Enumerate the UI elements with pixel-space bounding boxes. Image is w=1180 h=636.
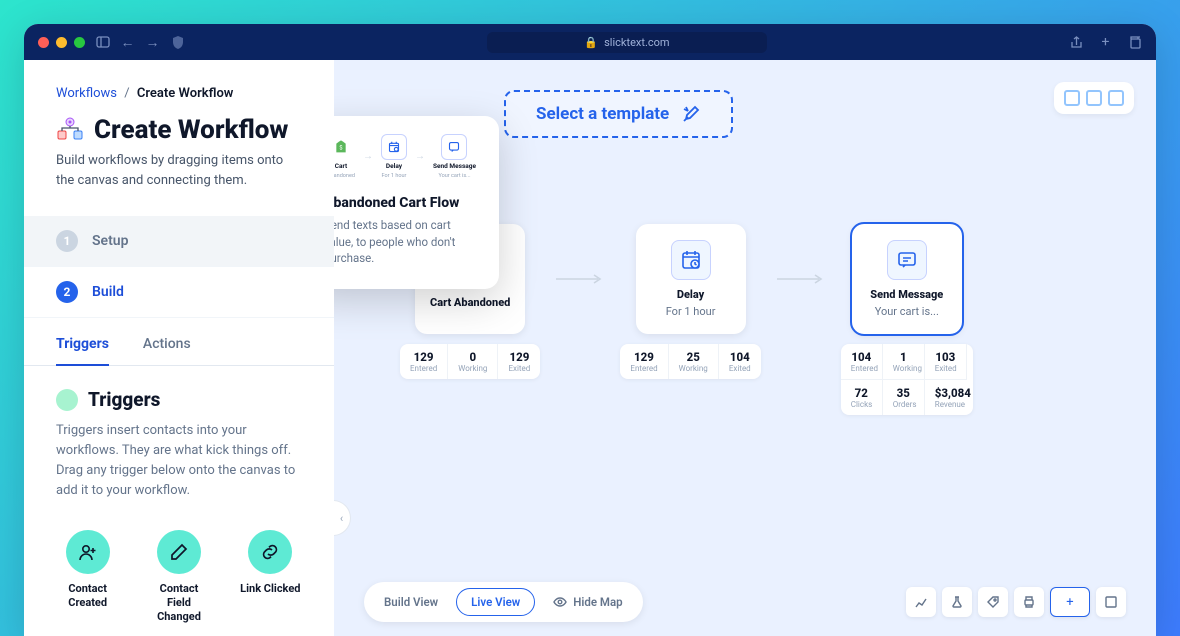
popup-desc: Send texts based on cart value, to peopl…: [334, 217, 479, 267]
view-switcher: Build View Live View Hide Map: [364, 582, 643, 622]
arrow-icon: [777, 224, 825, 334]
node-send-message[interactable]: Send Message Your cart is... 104Entered …: [841, 224, 973, 415]
hide-map-button[interactable]: Hide Map: [539, 589, 636, 615]
minimize-window-icon[interactable]: [56, 37, 67, 48]
sidebar: Workflows / Create Workflow Create Workf…: [24, 60, 334, 636]
page-subtitle: Build workflows by dragging items onto t…: [56, 151, 302, 190]
node-stats: 129Entered 0Working 129Exited: [400, 344, 540, 379]
live-view-button[interactable]: Live View: [456, 588, 535, 616]
shield-icon[interactable]: [170, 35, 185, 50]
layout-option-icon[interactable]: [1064, 90, 1080, 106]
layout-option-icon[interactable]: [1108, 90, 1124, 106]
flask-icon[interactable]: [942, 587, 972, 617]
trigger-link-clicked[interactable]: Link Clicked: [239, 530, 302, 625]
breadcrumb-current: Create Workflow: [137, 86, 234, 101]
calendar-clock-icon: [671, 240, 711, 280]
select-template-button[interactable]: Select a template: [504, 90, 733, 138]
sidebar-toggle-icon[interactable]: [95, 35, 110, 50]
share-icon[interactable]: [1069, 35, 1084, 50]
breadcrumb-root[interactable]: Workflows: [56, 86, 117, 101]
back-icon[interactable]: ←: [120, 35, 135, 50]
popup-title: Abandoned Cart Flow: [334, 195, 479, 211]
message-icon: [887, 240, 927, 280]
node-delay[interactable]: Delay For 1 hour 129Entered 25Working 10…: [620, 224, 760, 379]
maximize-window-icon[interactable]: [74, 37, 85, 48]
url-text: slicktext.com: [604, 36, 669, 49]
collapse-sidebar-button[interactable]: ‹: [334, 500, 351, 536]
add-button[interactable]: +: [1050, 587, 1090, 617]
chart-icon[interactable]: [906, 587, 936, 617]
forward-icon[interactable]: →: [145, 35, 160, 50]
build-view-button[interactable]: Build View: [370, 589, 452, 615]
edit-icon: [157, 530, 201, 574]
trigger-contact-created[interactable]: Contact Created: [56, 530, 119, 625]
tab-actions[interactable]: Actions: [143, 324, 191, 365]
fullscreen-icon[interactable]: [1096, 587, 1126, 617]
node-stats: 129Entered 25Working 104Exited: [620, 344, 760, 379]
eye-icon: [553, 595, 567, 609]
traffic-lights: [38, 37, 85, 48]
tab-triggers[interactable]: Triggers: [56, 324, 109, 366]
layout-switcher[interactable]: [1054, 82, 1134, 114]
triggers-badge-icon: [56, 389, 78, 411]
workflow-icon: [56, 116, 84, 144]
print-icon[interactable]: [1014, 587, 1044, 617]
step-setup[interactable]: 1Setup: [24, 216, 334, 267]
page-title: Create Workflow: [94, 115, 288, 145]
new-tab-icon[interactable]: +: [1098, 35, 1113, 50]
step-build[interactable]: 2Build: [24, 267, 334, 318]
template-tooltip: CartAbandoned → DelayFor 1 hour → Send M…: [334, 116, 499, 289]
template-icon: [681, 104, 701, 124]
panel-desc: Triggers insert contacts into your workf…: [56, 421, 302, 502]
address-bar[interactable]: 🔒 slicktext.com: [487, 32, 767, 53]
link-icon: [248, 530, 292, 574]
canvas[interactable]: ‹ Select a template CartAbandoned → Dela…: [334, 60, 1156, 636]
browser-chrome: ← → 🔒 slicktext.com +: [24, 24, 1156, 60]
contact-created-icon: [66, 530, 110, 574]
tabs-icon[interactable]: [1127, 35, 1142, 50]
breadcrumb: Workflows / Create Workflow: [56, 86, 302, 101]
arrow-icon: [556, 224, 604, 334]
layout-option-icon[interactable]: [1086, 90, 1102, 106]
close-window-icon[interactable]: [38, 37, 49, 48]
browser-window: ← → 🔒 slicktext.com + Workflows / Create …: [24, 24, 1156, 636]
node-stats: 104Entered 1Working 103Exited 72Clicks 3…: [841, 344, 973, 415]
lock-icon: 🔒: [584, 36, 598, 49]
tag-icon[interactable]: [978, 587, 1008, 617]
trigger-contact-field-changed[interactable]: Contact Field Changed: [147, 530, 210, 625]
panel-title: Triggers: [88, 388, 160, 411]
